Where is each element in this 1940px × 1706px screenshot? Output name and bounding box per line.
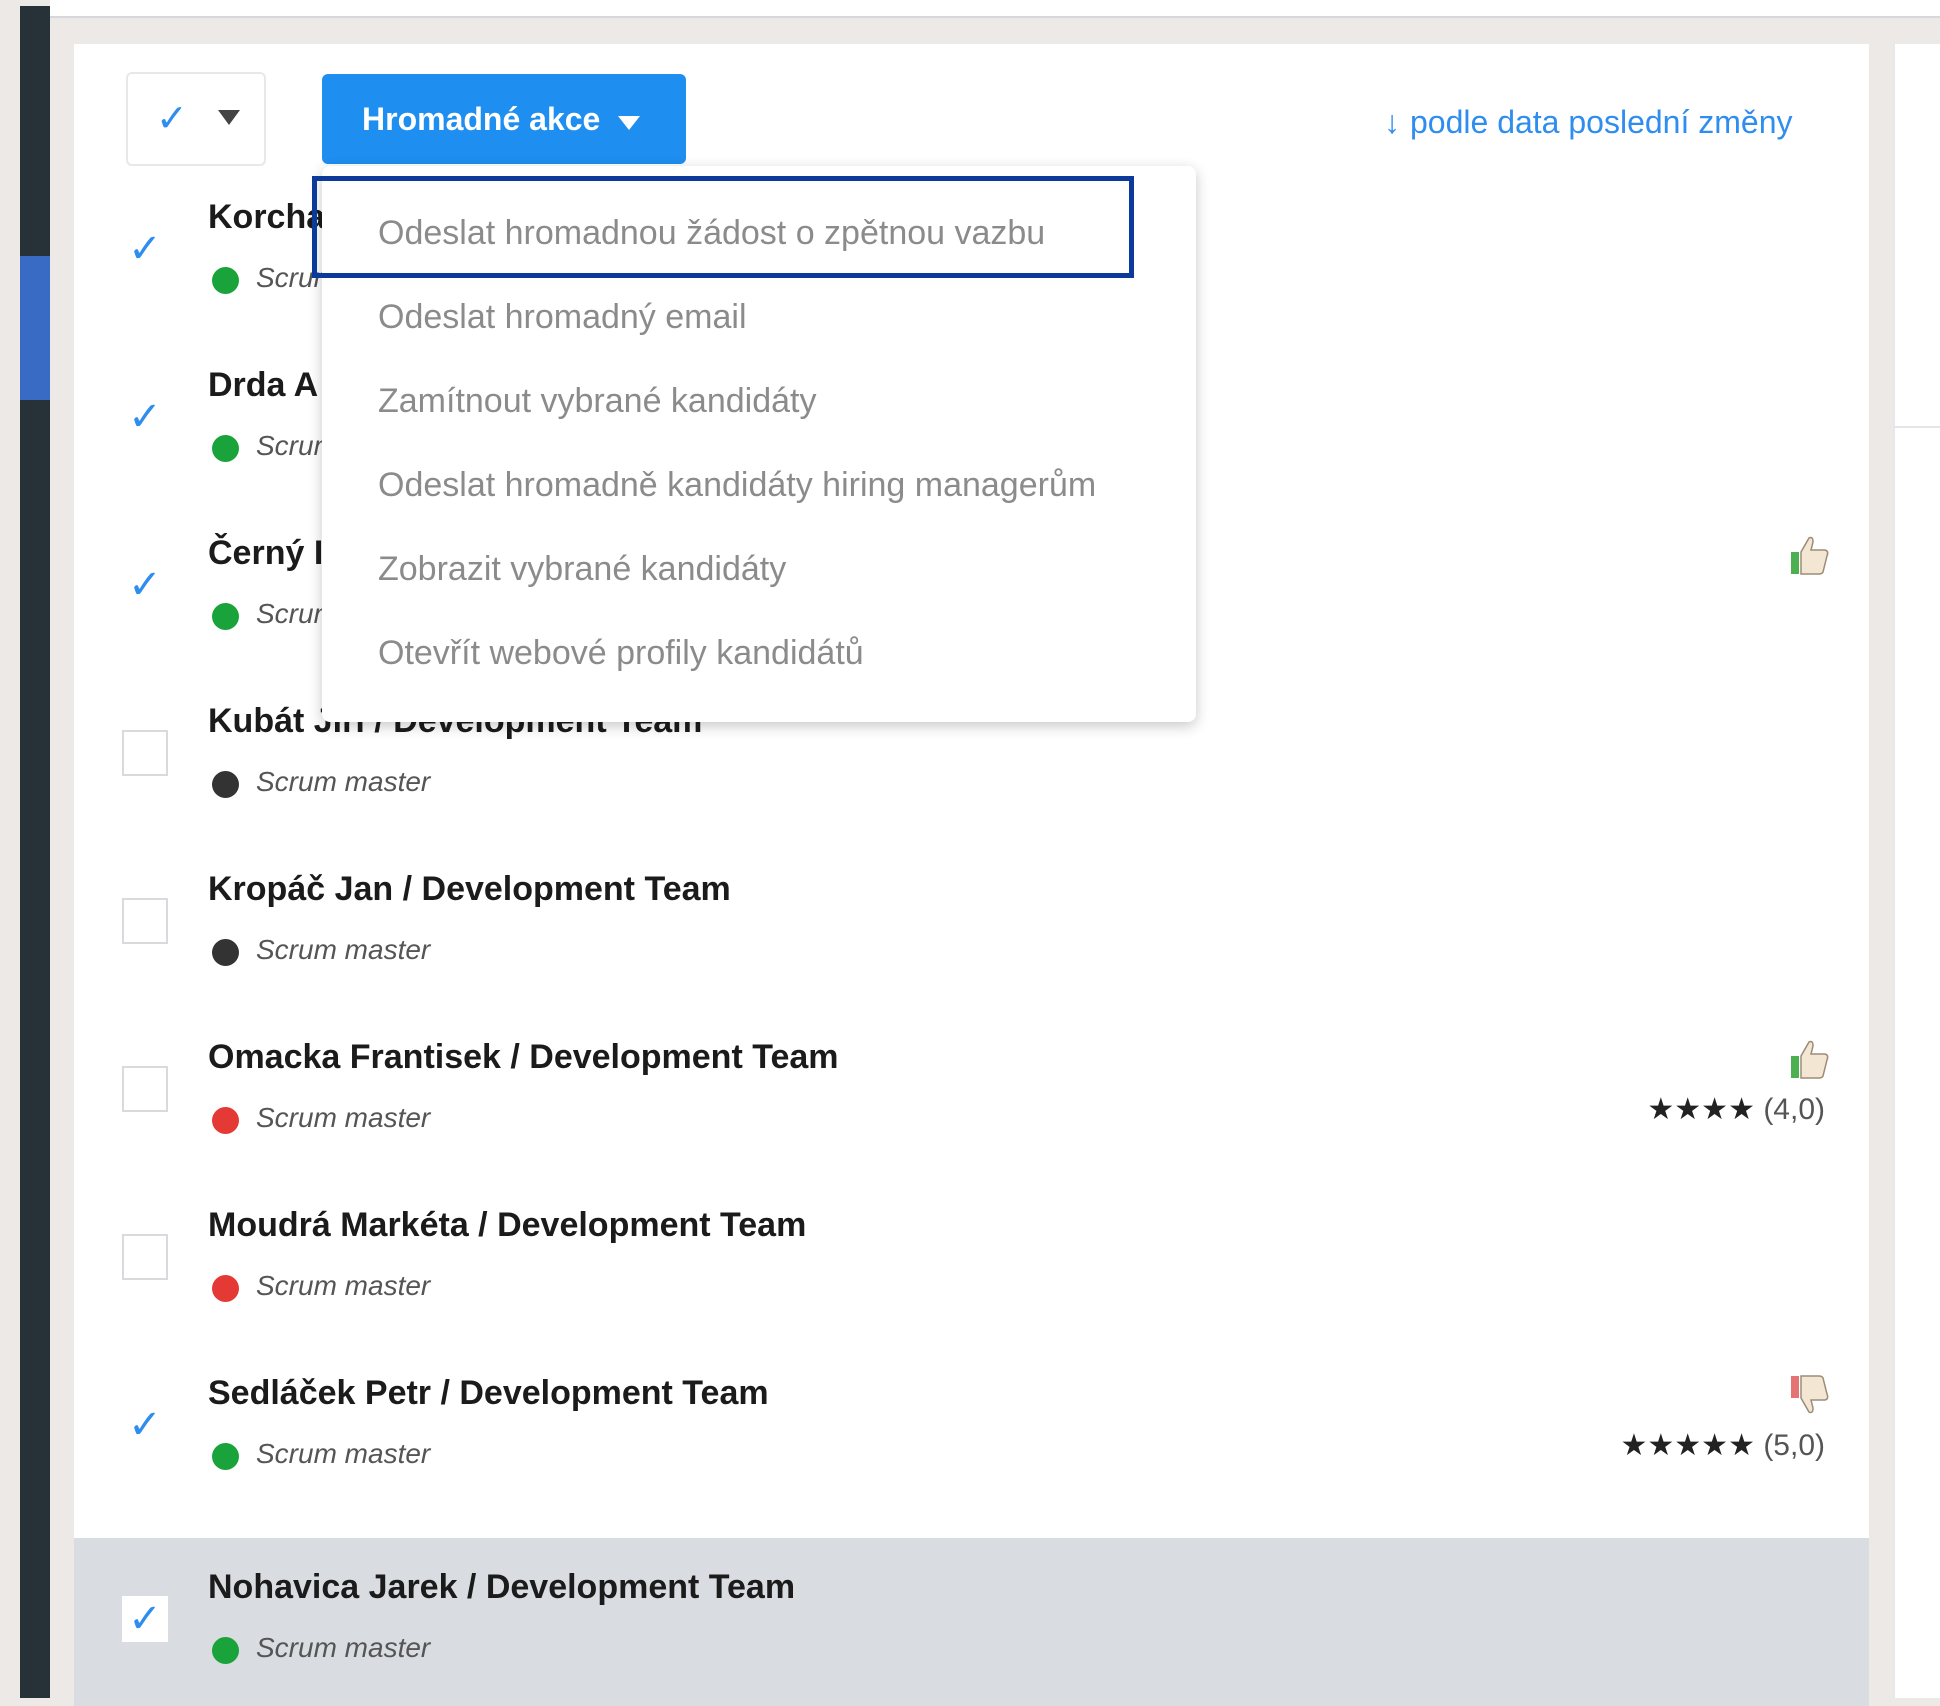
candidate-checkbox[interactable] xyxy=(122,1066,168,1112)
candidate-row[interactable]: Omacka Frantisek / Development Team Scrum… xyxy=(74,1008,1869,1176)
candidate-role: Scrum master xyxy=(256,1632,431,1663)
bulk-actions-label: Hromadné akce xyxy=(362,101,601,137)
candidate-checkbox[interactable]: ✓ xyxy=(122,562,168,608)
bulk-actions-button[interactable]: Hromadné akce xyxy=(322,74,686,164)
menu-item-send-to-hiring-managers[interactable]: Odeslat hromadně kandidáty hiring manage… xyxy=(378,466,1096,505)
menu-item-bulk-email[interactable]: Odeslat hromadný email xyxy=(378,298,747,337)
candidate-name[interactable]: Omacka Frantisek / Development Team xyxy=(208,1038,839,1077)
top-bar xyxy=(50,0,1940,18)
rating-stars: ★★★★★ xyxy=(1620,1429,1755,1462)
status-dot xyxy=(212,435,239,462)
chevron-down-icon xyxy=(218,110,240,125)
chevron-down-icon xyxy=(618,116,640,130)
candidate-row[interactable]: ✓ Nohavica Jarek / Development Team Scrum … xyxy=(74,1538,1869,1706)
menu-item-open-web-profiles[interactable]: Otevřít webové profily kandidátů xyxy=(378,634,864,673)
candidate-name[interactable]: Drda A xyxy=(208,366,318,405)
status-dot xyxy=(212,1443,239,1470)
thumbs-down-icon xyxy=(1789,1374,1829,1416)
candidate-name[interactable]: Nohavica Jarek / Development Team xyxy=(208,1568,795,1607)
candidate-name[interactable]: Korcha xyxy=(208,198,325,237)
menu-item-reject-selected[interactable]: Zamítnout vybrané kandidáty xyxy=(378,382,816,421)
candidate-checkbox[interactable] xyxy=(122,1234,168,1280)
candidate-checkbox[interactable]: ✓ xyxy=(122,394,168,440)
thumbs-up-icon xyxy=(1789,534,1829,576)
status-dot xyxy=(212,1275,239,1302)
candidate-name[interactable]: Kropáč Jan / Development Team xyxy=(208,870,731,909)
sidebar-active-indicator xyxy=(20,256,50,400)
status-dot xyxy=(212,267,239,294)
candidate-row[interactable]: Kropáč Jan / Development Team Scrum maste… xyxy=(74,840,1869,1008)
star-rating: ★★★★ (4,0) xyxy=(1647,1092,1825,1127)
checkmark-icon: ✓ xyxy=(156,98,188,140)
right-panel xyxy=(1893,44,1940,1698)
candidate-role: Scrum master xyxy=(256,1438,431,1469)
status-dot xyxy=(212,1637,239,1664)
candidate-role: Scrum master xyxy=(256,1102,431,1133)
candidate-row[interactable]: Moudrá Markéta / Development Team Scrum m… xyxy=(74,1176,1869,1344)
candidate-role: Scrum master xyxy=(256,1270,431,1301)
candidate-checkbox[interactable]: ✓ xyxy=(122,1402,168,1448)
menu-item-show-selected[interactable]: Zobrazit vybrané kandidáty xyxy=(378,550,786,589)
rating-value: (4,0) xyxy=(1763,1093,1825,1126)
rating-value: (5,0) xyxy=(1763,1429,1825,1462)
thumbs-up-icon xyxy=(1789,1038,1829,1080)
select-all-dropdown[interactable]: ✓ xyxy=(126,72,266,166)
candidate-checkbox[interactable] xyxy=(122,898,168,944)
candidate-row[interactable]: ✓ Sedláček Petr / Development Team Scrum m… xyxy=(74,1344,1869,1512)
candidate-name[interactable]: Sedláček Petr / Development Team xyxy=(208,1374,769,1413)
candidate-name[interactable]: Moudrá Markéta / Development Team xyxy=(208,1206,806,1245)
star-rating: ★★★★★ (5,0) xyxy=(1620,1428,1825,1463)
arrow-down-icon: ↓ xyxy=(1384,104,1400,140)
candidate-role: Scrum master xyxy=(256,934,431,965)
status-dot xyxy=(212,771,239,798)
candidate-checkbox[interactable]: ✓ xyxy=(122,1596,168,1642)
right-panel-divider xyxy=(1893,426,1940,428)
status-dot xyxy=(212,939,239,966)
status-dot xyxy=(212,1107,239,1134)
candidate-checkbox[interactable] xyxy=(122,730,168,776)
menu-focus-ring xyxy=(312,176,1134,278)
candidate-checkbox[interactable]: ✓ xyxy=(122,226,168,272)
candidate-role: Scrum master xyxy=(256,766,431,797)
rating-stars: ★★★★ xyxy=(1647,1093,1755,1126)
sort-link[interactable]: ↓ podle data poslední změny xyxy=(1384,104,1792,141)
status-dot xyxy=(212,603,239,630)
sort-label: podle data poslední změny xyxy=(1410,104,1793,140)
candidate-name[interactable]: Černý I xyxy=(208,534,323,573)
